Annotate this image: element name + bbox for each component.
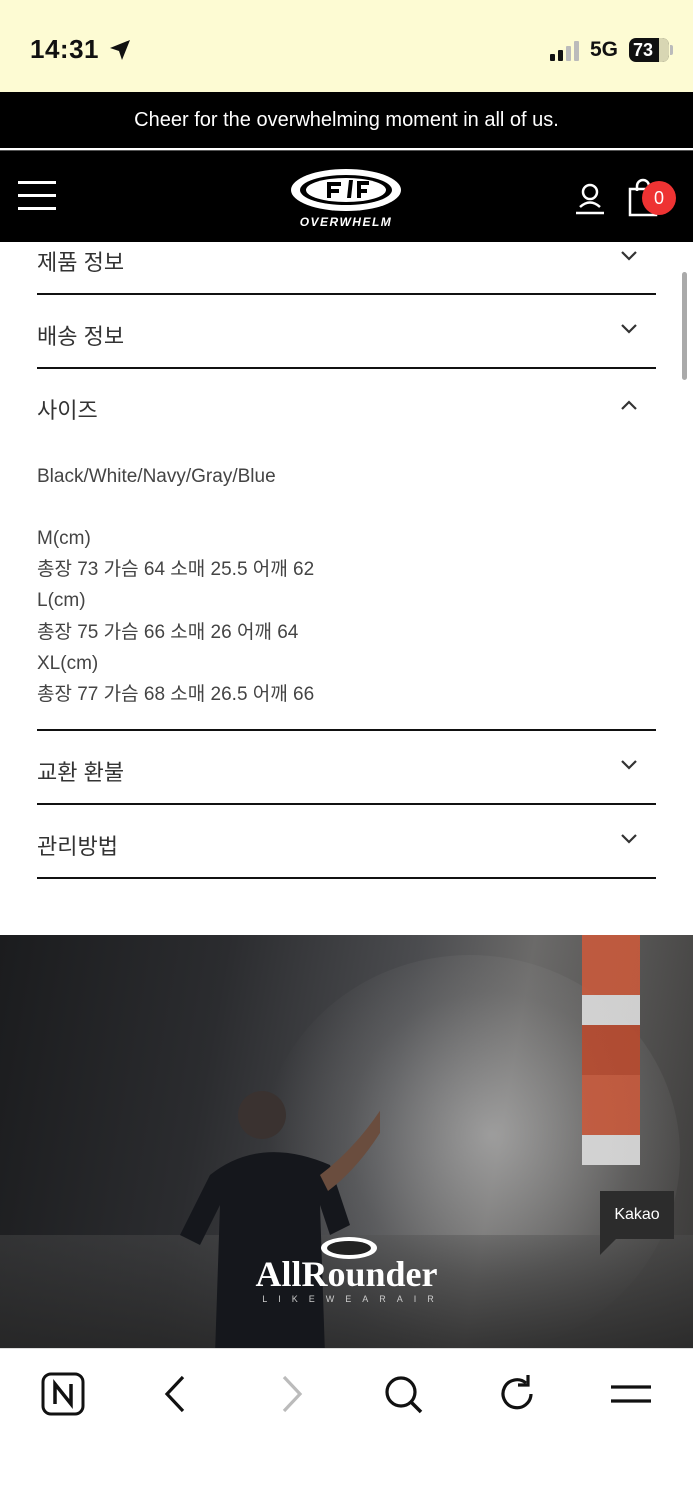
menu-icon[interactable] — [608, 1371, 654, 1417]
menu-line — [18, 194, 56, 197]
naver-icon[interactable] — [40, 1371, 86, 1417]
divider — [37, 877, 656, 879]
network-label: 5G — [590, 38, 619, 61]
banner-subtitle: LIKEWEARAIR — [262, 1294, 445, 1304]
battery-cap — [670, 45, 673, 55]
accordion-label: 배송 정보 — [37, 324, 125, 349]
signal-icon — [550, 41, 579, 61]
chevron-up-icon — [621, 400, 637, 410]
kakao-tail — [600, 1239, 616, 1255]
announcement-bar: Cheer for the overwhelming moment in all… — [0, 92, 693, 148]
location-arrow-icon — [110, 40, 130, 60]
status-time: 14:31 — [30, 34, 99, 64]
accordion-shipping-info[interactable]: 배송 정보 — [37, 295, 656, 369]
size-line: XL(cm) — [37, 653, 99, 674]
accordion-size[interactable]: 사이즈 — [37, 369, 656, 443]
accordion-label: 사이즈 — [37, 398, 98, 423]
size-line: L(cm) — [37, 590, 86, 611]
search-icon[interactable] — [380, 1371, 426, 1417]
chevron-down-icon — [621, 251, 637, 261]
hamburger-menu-button[interactable] — [18, 181, 56, 211]
status-bar: 14:31 5G 73 — [0, 0, 693, 92]
size-colors: Black/White/Navy/Gray/Blue — [37, 466, 276, 487]
banner-title: AllRounder — [255, 1254, 438, 1294]
browser-toolbar — [0, 1348, 693, 1500]
accordion-label: 제품 정보 — [37, 250, 125, 275]
menu-line — [18, 181, 56, 184]
size-line: M(cm) — [37, 528, 91, 549]
chevron-down-icon — [621, 324, 637, 334]
battery-level: 73 — [633, 40, 654, 60]
banner-pole — [582, 935, 640, 1165]
kakao-chat-button[interactable]: Kakao — [600, 1191, 674, 1239]
banner-person-image — [180, 1091, 380, 1348]
chevron-down-icon — [621, 834, 637, 844]
promo-banner[interactable]: AllRounder LIKEWEARAIR — [0, 935, 693, 1348]
logo-text: OVERWHELM — [300, 215, 393, 229]
back-icon[interactable] — [153, 1371, 199, 1417]
cart-count-badge[interactable]: 0 — [642, 181, 676, 215]
size-line: 총장 73 가슴 64 소매 25.5 어깨 62 — [37, 559, 315, 580]
battery-icon: 73 — [629, 38, 669, 62]
accordion-exchange-refund[interactable]: 교환 환불 — [37, 731, 656, 805]
chevron-down-icon — [621, 760, 637, 770]
accordion-label: 교환 환불 — [37, 760, 125, 785]
brand-logo[interactable]: OVERWHELM — [287, 166, 405, 230]
page-scrollbar[interactable] — [682, 272, 687, 380]
reload-icon[interactable] — [494, 1371, 540, 1417]
accordion-care[interactable]: 관리방법 — [37, 805, 656, 879]
size-line: 총장 75 가슴 66 소매 26 어깨 64 — [37, 622, 299, 643]
forward-icon[interactable] — [268, 1371, 314, 1417]
user-account-icon[interactable] — [572, 181, 608, 217]
menu-line — [18, 207, 56, 210]
size-line: 총장 77 가슴 68 소매 26.5 어깨 66 — [37, 684, 315, 705]
site-header: OVERWHELM 0 — [0, 150, 693, 242]
accordion-label: 관리방법 — [37, 834, 118, 859]
